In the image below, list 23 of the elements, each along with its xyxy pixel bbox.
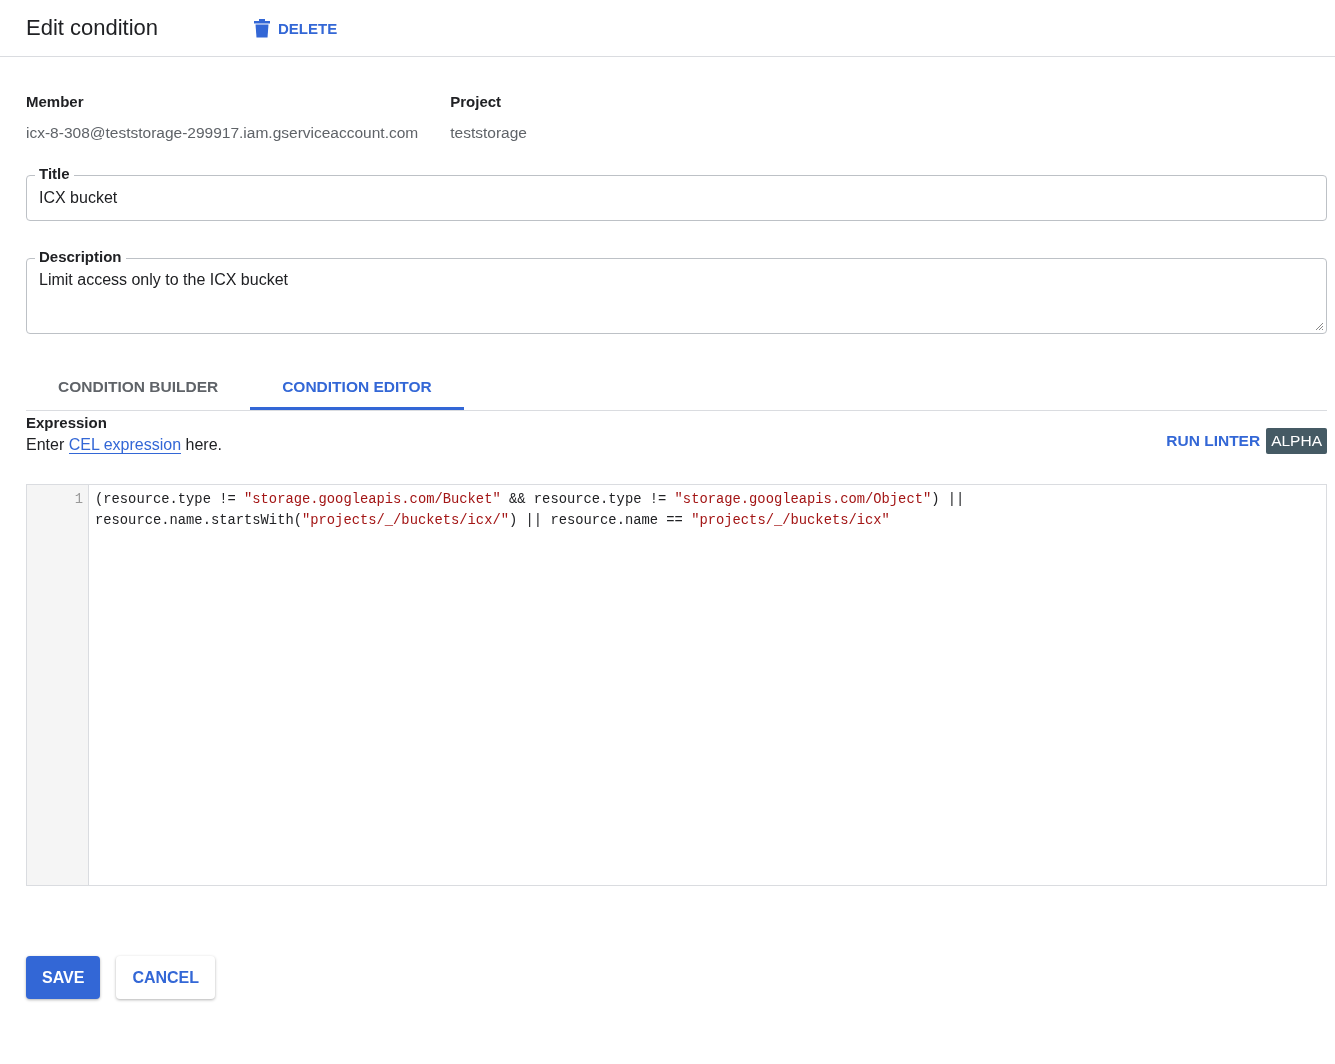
code-line: resource.name.startsWith("projects/_/buckets/icx/") || resource.name == "projects/_/buckets/icx": [95, 512, 891, 530]
cancel-button[interactable]: CANCEL: [116, 956, 216, 999]
tab[interactable]: CONDITION EDITOR: [250, 366, 464, 410]
info-label: Project: [450, 93, 503, 110]
code-line: (resource.type != "storage.googleapis.com/Bucket" && resource.type != "storage.googleapis.com/Object") ||: [95, 491, 965, 509]
field-value: Limit access only to the ICX bucket: [39, 271, 289, 289]
info-value: teststorage: [450, 124, 527, 142]
cel-link[interactable]: CEL expression: [68, 436, 182, 454]
line-number: 1: [73, 491, 83, 509]
delete-button[interactable]: DELETE: [254, 18, 338, 38]
tab[interactable]: CONDITION BUILDER: [26, 366, 251, 410]
field-value: ICX bucket: [39, 189, 119, 207]
trash-icon: [254, 18, 270, 38]
resize-grip-icon[interactable]: [1314, 321, 1324, 331]
run-linter-button[interactable]: RUN LINTER: [1166, 432, 1261, 450]
info-value: icx-8-308@teststorage-299917.iam.gserviceaccount.com: [26, 124, 419, 142]
hint-text: Enter CEL expression here.: [26, 436, 222, 454]
page-title: Edit condition: [26, 15, 160, 41]
expression-heading: Expression: [26, 414, 108, 431]
field-label: Description: [35, 248, 126, 266]
save-button[interactable]: SAVE: [26, 956, 101, 999]
alpha-badge: ALPHA: [1266, 428, 1327, 454]
info-label: Member: [26, 93, 85, 110]
